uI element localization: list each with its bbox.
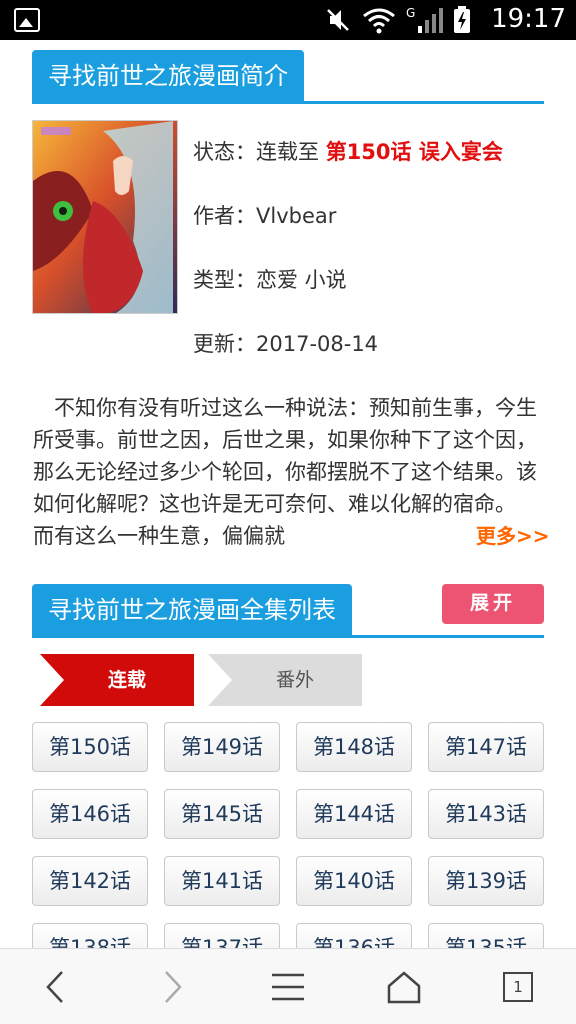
tab-serial[interactable]: 连载 bbox=[40, 654, 194, 706]
page-content: 寻找前世之旅漫画简介 状态：连载至 第150话 误入宴会 作者：Vlvbear … bbox=[0, 40, 576, 948]
intro-section-header: 寻找前世之旅漫画简介 bbox=[32, 50, 544, 104]
update-info: 更新：2017-08-14 bbox=[193, 332, 379, 356]
episode-button[interactable]: 第136话 bbox=[296, 923, 412, 948]
episodes-title: 寻找前世之旅漫画全集列表 bbox=[32, 584, 352, 638]
back-arrow-icon[interactable] bbox=[32, 963, 80, 1011]
episode-button[interactable]: 第145话 bbox=[164, 789, 280, 839]
expand-button[interactable]: 展开 bbox=[442, 584, 544, 624]
status-bar: G 19:17 bbox=[0, 0, 576, 40]
network-type-label: G bbox=[406, 6, 416, 20]
status-icons: G bbox=[324, 6, 471, 34]
wifi-icon bbox=[363, 8, 395, 34]
episode-button[interactable]: 第139话 bbox=[428, 856, 544, 906]
signal-icon bbox=[418, 8, 444, 33]
forward-arrow-icon[interactable] bbox=[148, 963, 196, 1011]
episode-button[interactable]: 第140话 bbox=[296, 856, 412, 906]
episode-button[interactable]: 第137话 bbox=[164, 923, 280, 948]
author-info: 作者：Vlvbear bbox=[193, 204, 337, 228]
tab-serial-label: 连载 bbox=[107, 669, 146, 691]
episode-button[interactable]: 第135话 bbox=[428, 923, 544, 948]
intro-title: 寻找前世之旅漫画简介 bbox=[32, 50, 304, 104]
comic-description: 不知你有没有听过这么一种说法：预知前生事，今生所受事。前世之因，后世之果，如果你… bbox=[33, 396, 537, 548]
status-label: 状态：连载至 bbox=[193, 140, 326, 164]
episode-button[interactable]: 第148话 bbox=[296, 722, 412, 772]
status-info: 状态：连载至 第150话 误入宴会 bbox=[193, 136, 503, 166]
episode-button[interactable]: 第147话 bbox=[428, 722, 544, 772]
episode-button[interactable]: 第141话 bbox=[164, 856, 280, 906]
genre-info: 类型：恋爱 小说 bbox=[193, 268, 347, 292]
episode-button[interactable]: 第143话 bbox=[428, 789, 544, 839]
mute-icon bbox=[327, 9, 349, 31]
episode-button[interactable]: 第149话 bbox=[164, 722, 280, 772]
tabs-icon[interactable]: 1 bbox=[494, 963, 542, 1011]
episode-button[interactable]: 第138话 bbox=[32, 923, 148, 948]
gallery-icon bbox=[14, 8, 40, 32]
episode-button[interactable]: 第144话 bbox=[296, 789, 412, 839]
episode-button[interactable]: 第142话 bbox=[32, 856, 148, 906]
browser-nav-bar: 1 bbox=[0, 948, 576, 1024]
comic-cover-image[interactable] bbox=[32, 120, 178, 314]
clock: 19:17 bbox=[491, 4, 566, 34]
more-link[interactable]: 更多>> bbox=[476, 520, 550, 549]
tab-extra[interactable]: 番外 bbox=[208, 654, 362, 706]
home-icon[interactable] bbox=[380, 963, 428, 1011]
latest-episode-link[interactable]: 第150话 误入宴会 bbox=[326, 140, 503, 164]
tab-count: 1 bbox=[513, 978, 523, 996]
tab-extra-label: 番外 bbox=[275, 669, 314, 691]
episode-button[interactable]: 第150话 bbox=[32, 722, 148, 772]
menu-icon[interactable] bbox=[264, 963, 312, 1011]
episode-button[interactable]: 第146话 bbox=[32, 789, 148, 839]
cover-art bbox=[33, 121, 177, 313]
battery-charging-icon bbox=[454, 6, 471, 33]
